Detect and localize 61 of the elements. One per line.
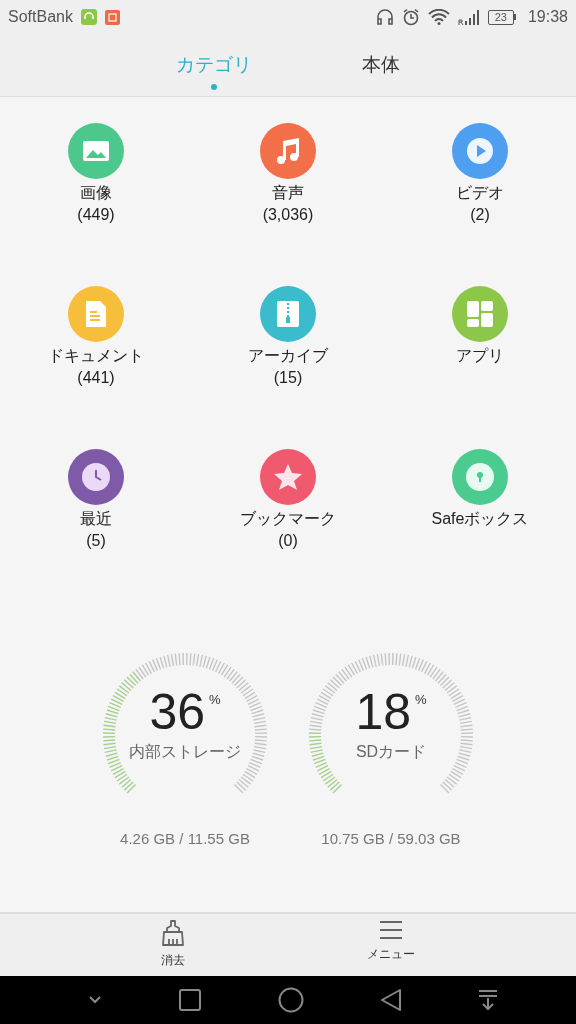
storage-name: SDカード	[355, 742, 427, 762]
storage-usage: 10.75 GB / 59.03 GB	[321, 830, 461, 847]
clock-icon	[81, 462, 111, 492]
category-label: ブックマーク	[240, 509, 336, 529]
alarm-icon	[401, 8, 420, 26]
battery-level: 23	[487, 9, 514, 25]
recents-icon[interactable]	[178, 988, 202, 1012]
storage-usage: 4.26 GB / 11.55 GB	[120, 830, 250, 847]
category-count: (0)	[278, 531, 298, 551]
usage-percent: 36	[149, 684, 206, 740]
category-button[interactable]	[260, 449, 316, 505]
menu-icon	[379, 920, 403, 940]
category-button[interactable]	[260, 286, 316, 342]
category-count: (441)	[77, 368, 115, 388]
collapse-icon[interactable]	[88, 995, 102, 1005]
zipper-icon	[276, 300, 300, 328]
lock-icon	[465, 462, 495, 492]
play-icon	[466, 137, 494, 165]
category-button[interactable]	[68, 123, 124, 179]
storage-name: 内部ストレージ	[129, 742, 241, 762]
signal-icon	[457, 8, 480, 26]
category-label: ビデオ	[456, 183, 504, 203]
category-label: 最近	[80, 509, 112, 529]
percent-unit: %	[209, 692, 221, 707]
tab[interactable]: 本体	[362, 34, 400, 96]
category-button[interactable]	[452, 123, 508, 179]
wifi-icon	[427, 9, 450, 25]
category-label: 音声	[272, 183, 304, 203]
category-count: (15)	[273, 368, 303, 388]
apps-grid-icon	[466, 300, 494, 328]
document-icon	[85, 300, 107, 328]
category-button[interactable]	[260, 123, 316, 179]
image-icon	[82, 140, 110, 162]
notification-pull-icon[interactable]	[478, 989, 498, 1011]
battery-tip	[513, 14, 516, 20]
category-label: 画像	[80, 183, 112, 203]
category-label: アーカイブ	[248, 346, 328, 366]
category-button[interactable]	[452, 286, 508, 342]
category-label: Safeボックス	[431, 509, 529, 529]
usage-percent: 18	[355, 684, 412, 740]
app-notification-icon	[104, 9, 120, 25]
headphones-icon	[375, 8, 394, 26]
home-icon[interactable]	[278, 987, 304, 1013]
star-icon	[273, 463, 303, 491]
selected-dot	[211, 84, 217, 90]
category-button[interactable]	[68, 449, 124, 505]
category-count: (2)	[470, 205, 490, 225]
headset-notification-icon	[80, 9, 97, 25]
toolbar-button[interactable]: 消去	[151, 914, 195, 976]
category-count: (5)	[86, 531, 106, 551]
toolbar-button[interactable]: メニュー	[357, 914, 425, 976]
category-label: アプリ	[456, 346, 504, 366]
brush-icon	[161, 920, 185, 946]
category-count: (449)	[77, 205, 115, 225]
percent-unit: %	[415, 692, 427, 707]
category-label: ドキュメント	[48, 346, 144, 366]
carrier-name: SoftBank	[8, 8, 73, 26]
category-count: (3,036)	[262, 205, 314, 225]
music-note-icon	[275, 137, 301, 165]
back-icon[interactable]	[380, 988, 402, 1012]
clock-time: 19:38	[527, 8, 568, 26]
